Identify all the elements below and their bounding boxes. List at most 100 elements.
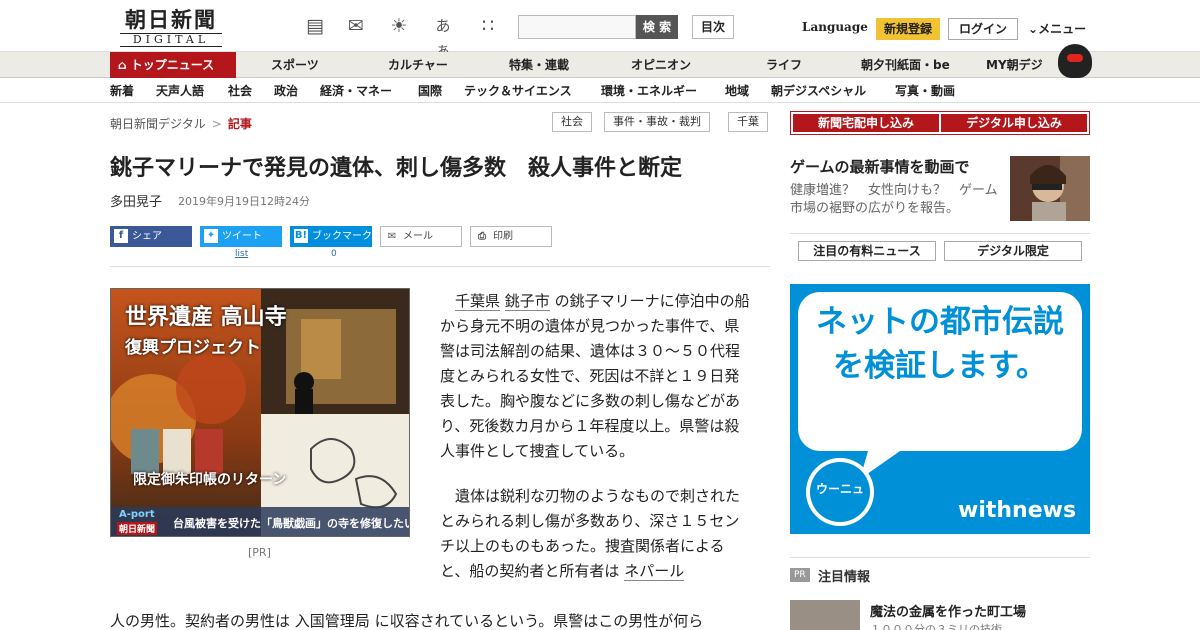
banner-brand: withnews: [958, 498, 1077, 523]
subnav-photo[interactable]: 写真・動画: [895, 79, 955, 103]
nav-sports[interactable]: スポーツ: [271, 52, 319, 78]
link-nepal[interactable]: ネパール: [624, 562, 685, 581]
ad-headline: 世界遺産 高山寺: [125, 304, 287, 330]
logo-en: DIGITAL: [120, 33, 222, 47]
newspaper-icon[interactable]: ▤: [302, 14, 328, 38]
site-logo[interactable]: 朝日新聞 DIGITAL: [112, 8, 230, 48]
share-label: ツイート: [222, 231, 262, 242]
ad-brand-sub: 朝日新聞: [117, 522, 158, 535]
menu-button[interactable]: ⌄メニュー: [1028, 20, 1086, 37]
subscribe-digital-button[interactable]: デジタル申し込み: [941, 114, 1087, 132]
tag-society[interactable]: 社会: [552, 112, 592, 132]
search-input[interactable]: [518, 15, 636, 39]
hatena-count[interactable]: 0: [331, 249, 337, 259]
twitter-share-button[interactable]: ✦ ツイート: [200, 226, 282, 247]
promo-title[interactable]: ゲームの最新事情を動画で: [790, 156, 970, 177]
paragraph-2-continued: 人の男性。契約者の男性は 入国管理局 に収容されているという。県警はこの男性が何…: [110, 609, 760, 630]
search-button[interactable]: 検 索: [636, 15, 678, 39]
logo-jp: 朝日新聞: [125, 7, 217, 32]
nav-culture[interactable]: カルチャー: [388, 52, 448, 78]
facebook-share-button[interactable]: f シェア: [110, 226, 192, 247]
link-chiba[interactable]: 千葉県: [455, 292, 501, 311]
pr-item-title[interactable]: 魔法の金属を作った町工場: [870, 601, 1026, 620]
nav-features[interactable]: 特集・連載: [509, 52, 569, 78]
withnews-banner[interactable]: ネットの都市伝説を検証します。 ウーニュ withnews: [790, 284, 1090, 534]
print-button[interactable]: ⎙ 印刷: [470, 226, 552, 247]
breadcrumb-home[interactable]: 朝日新聞デジタル: [110, 117, 206, 131]
paragraph-text: に収容されているという。県警はこの男性が何ら: [374, 612, 704, 630]
paragraph-1: 千葉県 銚子市 の銚子マリーナに停泊中の船から身元不明の遺体が見つかった事件で、…: [440, 289, 750, 464]
tab-paid-news[interactable]: 注目の有料ニュース: [798, 241, 936, 261]
nav-top-news[interactable]: ⌂ トップニュース: [110, 52, 236, 78]
subnav-economy[interactable]: 経済・マネー: [320, 79, 392, 103]
hatena-bookmark-button[interactable]: B! ブックマーク: [290, 226, 372, 247]
home-icon: ⌂: [118, 58, 131, 72]
subnav-society[interactable]: 社会: [228, 79, 252, 103]
pr-caption: [PR]: [248, 546, 271, 559]
nav-opinion[interactable]: オピニオン: [631, 52, 691, 78]
mascot-icon[interactable]: [1058, 44, 1092, 78]
breadcrumb: 朝日新聞デジタル > 記事: [110, 115, 252, 132]
register-button[interactable]: 新規登録: [876, 18, 940, 40]
subnav-tech[interactable]: テック＆サイエンス: [464, 79, 572, 103]
breadcrumb-sep: >: [211, 117, 222, 131]
breadcrumb-current: 記事: [227, 117, 252, 131]
print-icon: ⎙: [478, 231, 486, 242]
index-button[interactable]: 目次: [692, 15, 734, 39]
pr-section-title: 注目情報: [818, 570, 871, 585]
promo-text: 健康増進？ 女性向けも？ ゲーム市場の裾野の広がりを報告。: [790, 183, 998, 216]
subnav-region[interactable]: 地域: [725, 79, 749, 103]
site-header: 朝日新聞 DIGITAL ▤ ✉ ☀ あぁ ∷ 検 索 目次 Language …: [0, 0, 1200, 59]
subscribe-paper-button[interactable]: 新聞宅配申し込み: [793, 114, 939, 132]
page: 朝日新聞 DIGITAL ▤ ✉ ☀ あぁ ∷ 検 索 目次 Language …: [0, 0, 1200, 630]
nav-my[interactable]: MY朝デジ: [986, 52, 1043, 78]
share-label: シェア: [132, 231, 162, 242]
language-link[interactable]: Language: [802, 20, 868, 34]
sub-nav: 新着 天声人語 社会 政治 経済・マネー 国際 テック＆サイエンス 環境・エネル…: [0, 79, 1200, 103]
paragraph-text: 遺体は鋭利な刃物のようなもので刺されたとみられる刺し傷が多数あり、深さ１５センチ…: [440, 487, 741, 580]
article-body: 千葉県 銚子市 の銚子マリーナに停泊中の船から身元不明の遺体が見つかった事件で、…: [440, 289, 750, 604]
tab-digital-only[interactable]: デジタル限定: [944, 241, 1082, 261]
facebook-icon: f: [114, 229, 128, 243]
pr-thumbnail[interactable]: [790, 600, 860, 630]
divider: [790, 557, 1090, 558]
link-choshi[interactable]: 銚子市: [504, 292, 550, 311]
font-size-icon[interactable]: あぁ: [430, 14, 456, 59]
promo-thumbnail[interactable]: [1010, 156, 1090, 221]
weather-icon[interactable]: ☀: [386, 14, 412, 38]
ad-subheadline: 復興プロジェクト: [125, 338, 261, 358]
tag-incident[interactable]: 事件・事故・裁判: [604, 112, 710, 132]
article-author: 多田晃子: [110, 195, 163, 210]
ad-tagline: 台風被害を受けた「鳥獣戯画」の寺を修復したい: [173, 517, 410, 530]
banner-mascot: ウーニュ: [815, 482, 864, 496]
article-title: 銚子マリーナで発見の遺体、刺し傷多数 殺人事件と断定: [110, 156, 683, 181]
ad-brand: A-port: [119, 509, 155, 520]
menu-label: メニュー: [1038, 22, 1087, 36]
subnav-international[interactable]: 国際: [418, 79, 442, 103]
subnav-politics[interactable]: 政治: [274, 79, 298, 103]
subnav-new[interactable]: 新着: [110, 79, 134, 103]
login-button[interactable]: ログイン: [948, 18, 1018, 40]
subnav-special[interactable]: 朝デジスペシャル: [771, 79, 866, 103]
nav-life[interactable]: ライフ: [766, 52, 802, 78]
mail-share-button[interactable]: ✉ メール: [380, 226, 462, 247]
banner-text: ネットの都市伝説を検証します。: [816, 304, 1064, 384]
pr-item-sub: １０００分の３ミリの技術: [870, 623, 1002, 630]
nav-label: トップニュース: [130, 58, 215, 72]
nav-paper[interactable]: 朝夕刊紙面・be: [861, 52, 950, 78]
pr-ad-image[interactable]: 世界遺産 高山寺 復興プロジェクト 限定御朱印帳のリターン A-port 朝日新…: [110, 288, 410, 537]
main-nav: ⌂ トップニュース スポーツ カルチャー 特集・連載 オピニオン ライフ 朝夕刊…: [0, 52, 1200, 78]
mail-news-icon[interactable]: ✉: [343, 14, 369, 38]
subnav-tenseijingo[interactable]: 天声人語: [156, 79, 204, 103]
subnav-environment[interactable]: 環境・エネルギー: [601, 79, 697, 103]
tag-chiba[interactable]: 千葉: [728, 112, 768, 132]
twitter-icon: ✦: [204, 229, 218, 243]
chevron-down-icon: ⌄: [1028, 22, 1039, 36]
twitter-count[interactable]: list: [235, 249, 248, 259]
share-label: ブックマーク: [312, 231, 372, 242]
pr-badge: PR: [790, 568, 810, 582]
mail-icon: ✉: [387, 231, 397, 242]
link-immigration[interactable]: 入国管理局: [294, 612, 370, 630]
grid-menu-icon[interactable]: ∷: [475, 14, 501, 38]
paragraph-2: 遺体は鋭利な刃物のようなもので刺されたとみられる刺し傷が多数あり、深さ１５センチ…: [440, 484, 750, 584]
